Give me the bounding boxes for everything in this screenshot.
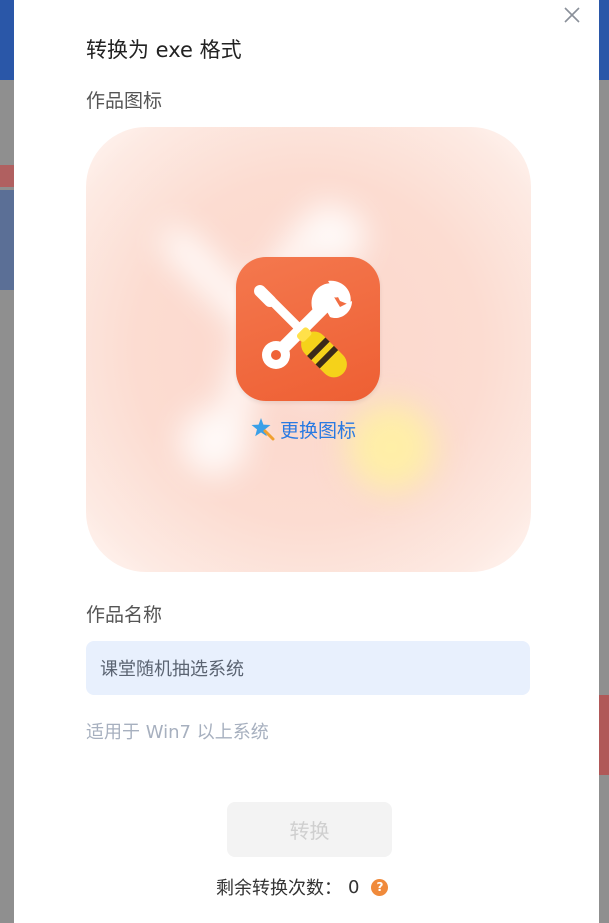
icon-preview-area: 更换图标: [86, 127, 531, 572]
compatibility-hint: 适用于 Win7 以上系统: [86, 722, 269, 743]
icon-section-label: 作品图标: [86, 90, 163, 112]
close-icon: [564, 7, 580, 23]
backdrop-left-top: [0, 0, 14, 80]
change-icon-button[interactable]: 更换图标: [250, 415, 356, 443]
backdrop-left-blue: [0, 190, 14, 290]
remaining-conversions: 剩余转换次数： 0 ?: [216, 874, 389, 900]
work-name-input[interactable]: [86, 641, 530, 695]
backdrop-right-top: [599, 0, 609, 80]
dialog-title: 转换为 exe 格式: [86, 38, 242, 62]
backdrop-right: [599, 80, 609, 923]
convert-exe-dialog: 转换为 exe 格式 作品图标 更换图标 作品名称 课堂随机抽选系统 适用于 W…: [14, 0, 599, 923]
tools-wrench-screwdriver-icon: [254, 280, 352, 378]
backdrop-left-red: [0, 165, 14, 187]
convert-button[interactable]: 转换: [227, 802, 392, 857]
name-section-label: 作品名称: [86, 604, 163, 626]
app-icon: [236, 257, 380, 401]
question-icon[interactable]: ?: [371, 878, 389, 896]
magic-star-icon: [251, 418, 275, 441]
remaining-count: 0: [348, 876, 360, 898]
change-icon-label: 更换图标: [280, 419, 357, 442]
backdrop-right-red: [599, 695, 609, 775]
close-button[interactable]: [560, 3, 584, 27]
remaining-label: 剩余转换次数：: [216, 878, 342, 899]
